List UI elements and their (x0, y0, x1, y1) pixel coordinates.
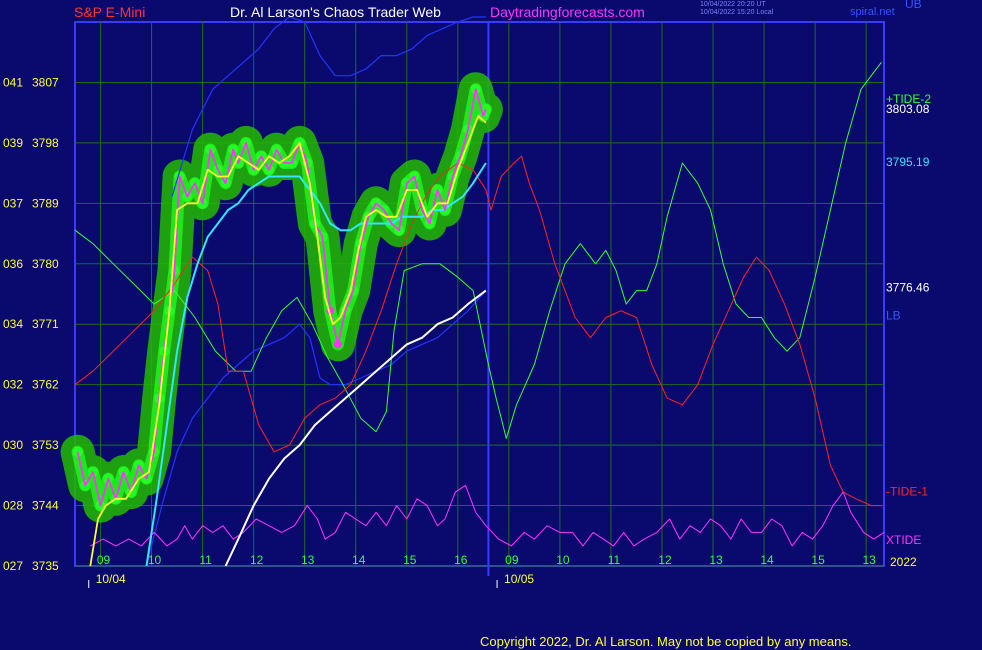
x-date-label: 10/04 (96, 572, 126, 586)
y-code-label: 030 (3, 438, 23, 452)
y-code-label: 041 (3, 75, 23, 89)
x-hour-label: 14 (760, 553, 774, 567)
y-tick-label: 3744 (32, 499, 59, 513)
y-code-label: 036 (3, 257, 23, 271)
y-tick-label: 3735 (32, 559, 59, 573)
ub-label: UB (905, 0, 922, 11)
right-value-label: XTIDE (886, 533, 921, 547)
x-hour-label: 10 (556, 553, 570, 567)
y-tick-label: 3789 (32, 196, 59, 210)
right-value-label: 3803.08 (886, 102, 930, 116)
right-value-label: 3776.46 (886, 281, 930, 295)
x-hour-label: 13 (862, 553, 876, 567)
x-year-label: 2022 (890, 555, 917, 569)
chaos-chart: 027 3735 028 3744 030 3753 032 3762 034 3771 036 37… (3, 16, 931, 588)
right-value-label: LB (886, 308, 901, 322)
y-code-label: 028 (3, 499, 23, 513)
glow-layer (60, 72, 503, 523)
x-date-label: 10/05 (504, 572, 534, 586)
y-tick-label: 3807 (32, 75, 59, 89)
y-tick-label: 3771 (32, 317, 59, 331)
y-code-label: 027 (3, 559, 23, 573)
y-code-label: 032 (3, 378, 23, 392)
y-code-label: 039 (3, 136, 23, 150)
y-code-label: 037 (3, 196, 23, 210)
timestamp-local: 10/04/2022 15:20 Local (700, 9, 774, 16)
y-tick-label: 3798 (32, 136, 59, 150)
x-hour-label: 11 (199, 553, 212, 567)
x-hour-label: 10 (148, 553, 162, 567)
x-hour-label: 09 (505, 553, 519, 567)
x-hour-label: 13 (709, 553, 723, 567)
x-hour-label: 12 (250, 553, 264, 567)
x-hour-label: 12 (658, 553, 672, 567)
x-hour-label: 11 (608, 553, 621, 567)
y-code-label: 034 (3, 317, 23, 331)
x-hour-label: 15 (403, 553, 417, 567)
y-tick-label: 3753 (32, 438, 59, 452)
x-hour-label: 15 (811, 553, 825, 567)
x-hour-label: 09 (97, 553, 111, 567)
copyright-notice: Copyright 2022, Dr. Al Larson. May not b… (480, 634, 852, 649)
spiral-site-label: spiral.net (850, 6, 895, 18)
x-hour-label: 16 (454, 553, 468, 567)
symbol-label: S&P E-Mini (74, 4, 146, 20)
site-link[interactable]: Daytradingforecasts.com (490, 4, 645, 20)
y-tick-label: 3780 (32, 257, 59, 271)
x-hour-label: 14 (352, 553, 366, 567)
xtide-line (90, 484, 885, 547)
line-layer (74, 16, 885, 567)
right-value-label: -TIDE-1 (886, 484, 928, 498)
chart-header-title: Dr. Al Larson's Chaos Trader Web (230, 4, 441, 20)
right-value-label: 3795.19 (886, 155, 930, 169)
x-hour-label: 13 (301, 553, 315, 567)
y-tick-label: 3762 (32, 378, 59, 392)
timestamp-ut: 10/04/2022 20:20 UT (700, 1, 766, 8)
